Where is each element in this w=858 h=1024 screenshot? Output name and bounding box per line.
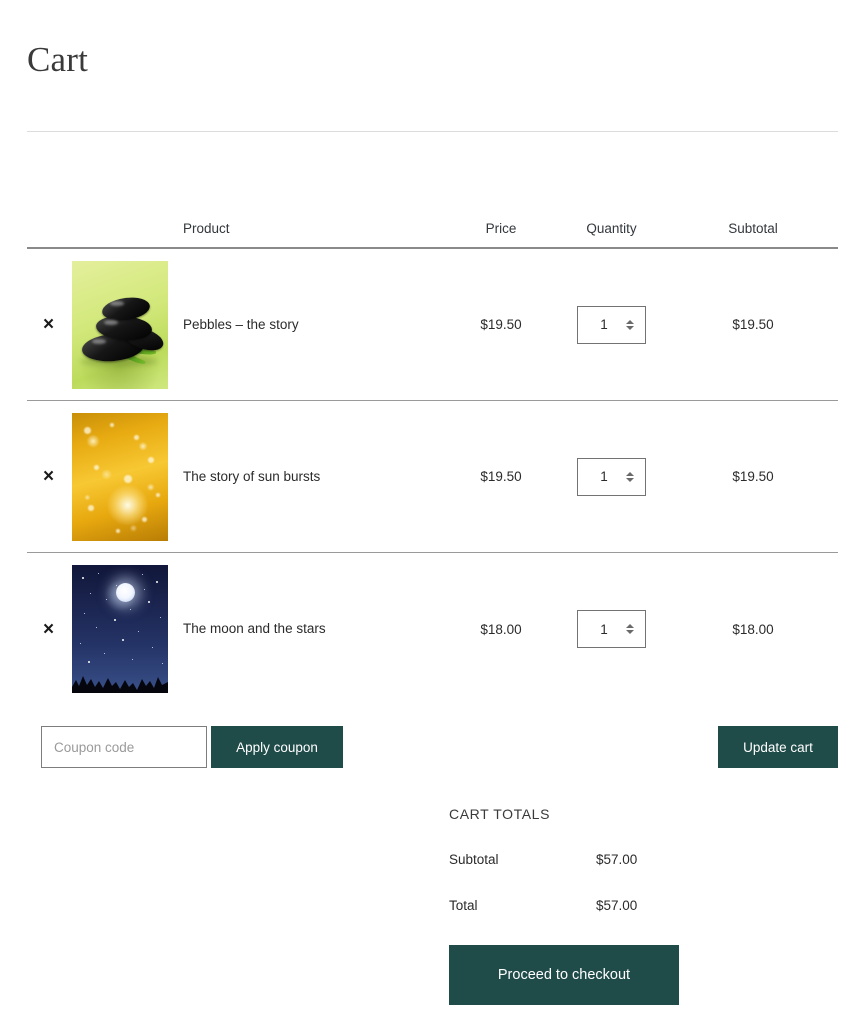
apply-coupon-button[interactable]: Apply coupon [211,726,343,768]
subtotal-label: Subtotal [449,851,499,867]
cart-actions: Apply coupon Update cart [27,726,838,768]
total-label: Total [449,897,478,913]
table-row: × The story of sun bursts $19.50 1 $19.5… [27,401,838,553]
totals-row-total: Total $57.00 [449,894,838,916]
quantity-spinner-icon[interactable] [626,624,637,634]
cart-table: Product Price Quantity Subtotal × Pebble… [27,210,838,705]
sun-bokeh [84,426,91,434]
proceed-to-checkout-button[interactable]: Proceed to checkout [449,945,679,1005]
table-row: × Pebbles – the story $19.50 1 $19.50 [27,249,838,401]
quantity-stepper[interactable]: 1 [577,305,646,344]
product-name-cell: The story of sun bursts [177,468,447,486]
product-link[interactable]: The moon and the stars [183,621,326,636]
product-subtotal: $19.50 [732,317,774,332]
sun-bokeh [148,456,154,463]
chevron-up-icon[interactable] [626,319,634,324]
product-subtotal: $19.50 [732,469,774,484]
header-product: Product [183,221,230,236]
quantity-cell: 1 [555,610,668,648]
product-subtotal: $18.00 [732,621,774,637]
sun-bokeh [94,464,99,470]
chevron-down-icon[interactable] [626,477,634,482]
product-price: $19.50 [480,469,522,484]
sun-bokeh [110,422,114,427]
remove-cell: × [27,618,72,641]
chevron-up-icon[interactable] [626,624,634,628]
page-title: Cart [27,40,89,80]
remove-item-icon[interactable]: × [39,465,58,488]
cart-page: Cart Product Price Quantity Subtotal × P… [0,0,858,1024]
sun-bokeh [124,474,132,483]
pebbles-highlight [110,300,124,306]
quantity-cell: 1 [555,305,668,344]
cart-totals: CART TOTALS Subtotal $57.00 Total $57.00 [449,806,838,940]
header-quantity: Quantity [586,221,637,236]
header-divider [27,131,838,132]
update-cart-button[interactable]: Update cart [718,726,838,768]
table-row: × The moon and the stars $18.00 1 $18.00 [27,553,838,705]
header-subtotal: Subtotal [728,221,778,236]
remove-cell: × [27,465,72,488]
product-link[interactable]: The story of sun bursts [183,469,320,484]
product-price: $18.00 [480,621,522,637]
quantity-stepper[interactable]: 1 [577,610,646,648]
totals-row-subtotal: Subtotal $57.00 [449,848,838,870]
product-image-sun-bursts[interactable] [72,412,168,541]
sun-bokeh [88,504,94,511]
subtotal-value: $57.00 [596,851,638,867]
quantity-value[interactable]: 1 [578,469,626,484]
quantity-spinner-icon[interactable] [626,471,637,482]
total-value: $57.00 [596,897,638,913]
moon-icon [116,583,135,602]
pebbles-highlight [92,338,106,344]
sun-bokeh [134,434,139,440]
chevron-down-icon[interactable] [626,630,634,634]
product-price: $19.50 [480,317,522,332]
product-link[interactable]: Pebbles – the story [183,317,299,332]
quantity-cell: 1 [555,457,668,496]
header-price: Price [485,221,517,236]
quantity-stepper[interactable]: 1 [577,457,646,496]
tree-silhouette [72,676,168,693]
chevron-down-icon[interactable] [626,325,634,330]
chevron-up-icon[interactable] [626,471,634,476]
product-image-moon-and-stars[interactable] [72,565,168,693]
cart-totals-title: CART TOTALS [449,806,551,822]
product-name-cell: Pebbles – the story [177,316,447,334]
remove-item-icon[interactable]: × [39,313,58,336]
product-image-pebbles[interactable] [72,260,168,389]
remove-cell: × [27,313,72,336]
thumbnail-cell [72,260,177,389]
sun-bokeh [116,528,120,533]
pebbles-stone [100,294,152,323]
pebbles-highlight [104,319,118,325]
sun-bokeh [156,492,160,497]
coupon-input[interactable] [41,726,207,768]
cart-table-header-row: Product Price Quantity Subtotal [27,210,838,249]
sun-bokeh [142,516,147,522]
quantity-value[interactable]: 1 [578,317,626,332]
product-name-cell: The moon and the stars [177,620,447,638]
quantity-spinner-icon[interactable] [626,319,637,330]
thumbnail-cell [72,565,177,693]
thumbnail-cell [72,412,177,541]
quantity-value[interactable]: 1 [578,622,626,637]
remove-item-icon[interactable]: × [39,618,58,641]
